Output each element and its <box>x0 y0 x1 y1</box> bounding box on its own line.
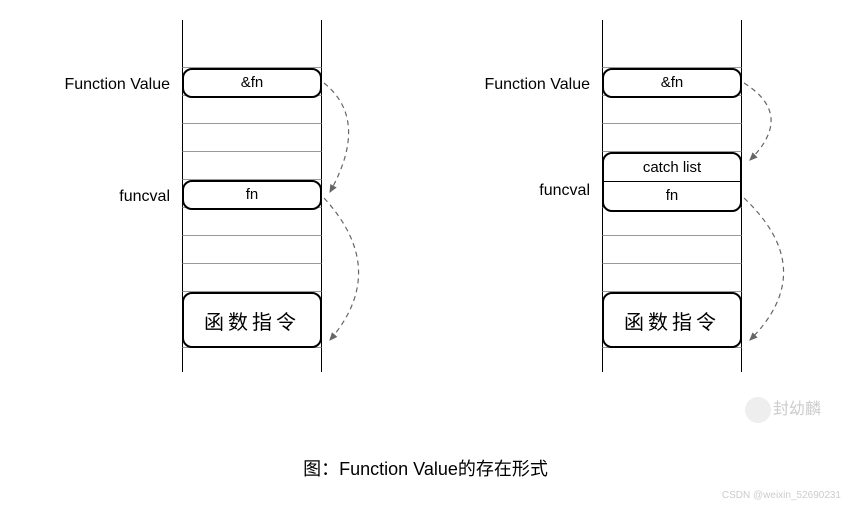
box-function-value: &fn <box>182 68 322 98</box>
box-funcval: fn <box>182 180 322 210</box>
label-funcval-r: funcval <box>450 182 590 200</box>
label-funcval: funcval <box>30 188 170 206</box>
watermark: 封幼麟 <box>745 395 821 423</box>
instruction-text: 函数指令 <box>204 306 300 335</box>
box-funcval-r: catch list fn <box>602 152 742 212</box>
box-funcval-text: fn <box>184 181 320 209</box>
box-fv-text: &fn <box>184 69 320 97</box>
label-function-value-r: Function Value <box>450 76 590 94</box>
label-function-value: Function Value <box>30 76 170 94</box>
box-function-value-r: &fn <box>602 68 742 98</box>
box-instruction-r: 函数指令 <box>602 292 742 348</box>
watermark-text: 封幼麟 <box>773 401 821 418</box>
caption: 图：Function Value的存在形式 <box>0 455 851 481</box>
box-instruction: 函数指令 <box>182 292 322 348</box>
instruction-text-r: 函数指令 <box>624 306 720 335</box>
box-fv-text-r: &fn <box>604 69 740 97</box>
watermark-icon <box>745 397 771 423</box>
credit: CSDN @weixin_52690231 <box>722 490 841 501</box>
box-catch-text-r: catch list <box>604 154 740 182</box>
box-funcval-text-r: fn <box>604 182 740 210</box>
